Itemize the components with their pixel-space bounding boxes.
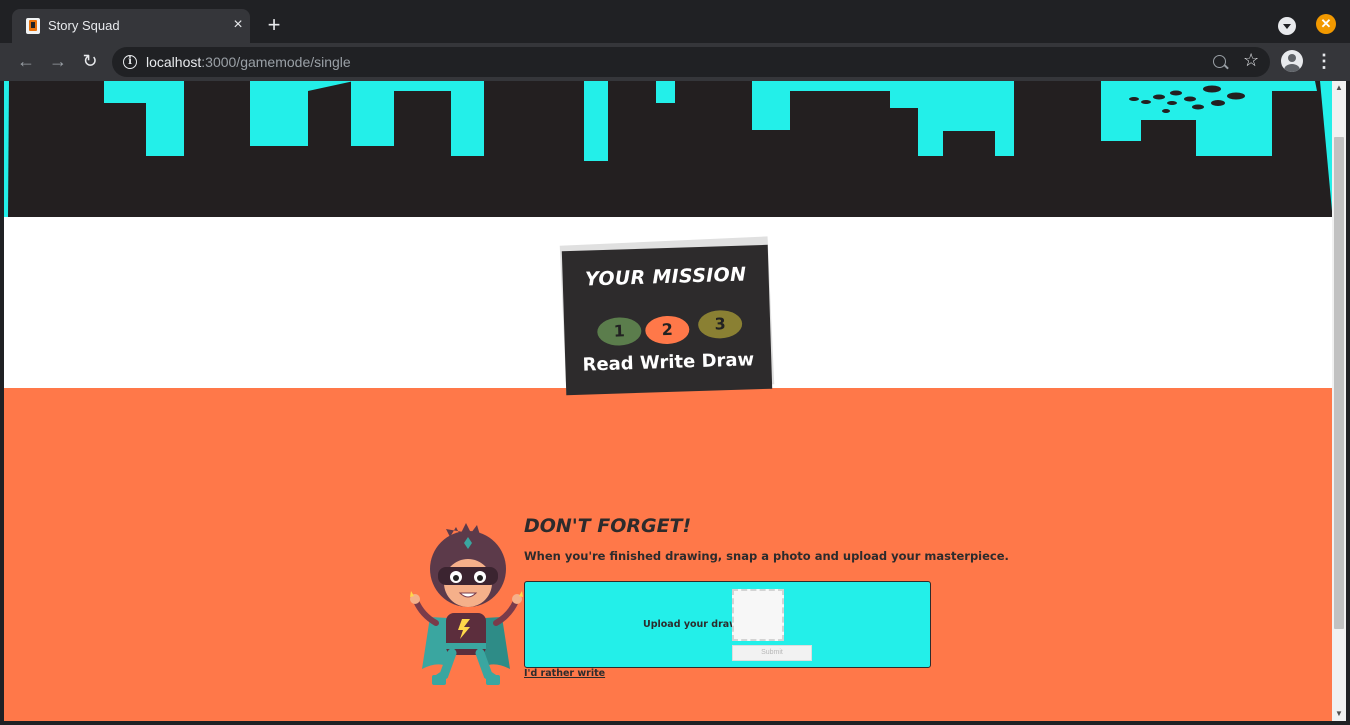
rather-write-link[interactable]: I'd rather write: [524, 668, 605, 679]
mission-steps-labels: Read Write Draw: [582, 349, 755, 376]
forward-button[interactable]: →: [46, 49, 70, 73]
image-dropzone[interactable]: [732, 589, 784, 641]
new-tab-button[interactable]: +: [262, 14, 286, 38]
browser-toolbar: ← → ↻ i localhost:3000/gamemode/single ☆…: [0, 43, 1350, 81]
skyline-banner: [4, 81, 1332, 217]
city-skyline-illustration: [4, 81, 1332, 217]
window-close-button[interactable]: ✕: [1316, 14, 1336, 34]
step-2-badge: 2: [644, 315, 690, 345]
page-scrollbar[interactable]: ▲ ▼: [1332, 81, 1346, 721]
back-button[interactable]: ←: [14, 49, 38, 73]
mission-title: YOUR MISSION: [584, 263, 747, 291]
submit-button[interactable]: Submit: [732, 645, 812, 661]
url-text[interactable]: localhost:3000/gamemode/single: [146, 54, 351, 70]
tab-close-icon[interactable]: ×: [229, 16, 247, 34]
bookmark-star-icon[interactable]: ☆: [1243, 50, 1259, 71]
site-info-icon[interactable]: i: [123, 55, 137, 69]
step-3-badge: 3: [697, 309, 743, 340]
scrollbar-thumb[interactable]: [1334, 137, 1344, 629]
tab-title: Story Squad: [48, 18, 120, 33]
scroll-down-arrow-icon[interactable]: ▼: [1332, 707, 1346, 721]
mission-card: YOUR MISSION 1 2 3 Read Write Draw: [561, 244, 773, 396]
reload-button[interactable]: ↻: [78, 49, 102, 73]
superhero-character-illustration: [410, 523, 523, 685]
url-path: :3000/gamemode/single: [201, 54, 351, 70]
step-1-badge: 1: [596, 316, 642, 347]
browser-chrome: Story Squad × + ✕ ← → ↻ i localhost:3000…: [0, 0, 1350, 81]
upload-form: Upload your drawing Submit: [524, 581, 931, 668]
profile-avatar-icon[interactable]: [1281, 50, 1303, 72]
upload-instructions: When you're finished drawing, snap a pho…: [524, 549, 1009, 563]
scroll-up-arrow-icon[interactable]: ▲: [1332, 81, 1346, 95]
address-bar[interactable]: i localhost:3000/gamemode/single ☆: [112, 47, 1270, 77]
dont-forget-heading: DON'T FORGET!: [524, 515, 692, 537]
favicon-icon: [26, 18, 40, 34]
tab-search-icon[interactable]: [1278, 17, 1296, 35]
page-viewport: YOUR MISSION 1 2 3 Read Write Draw DON'T…: [4, 81, 1332, 721]
tab-story-squad[interactable]: Story Squad ×: [12, 9, 250, 43]
url-host: localhost: [146, 54, 202, 70]
zoom-icon[interactable]: [1213, 55, 1226, 68]
browser-menu-icon[interactable]: ⋮: [1314, 49, 1334, 73]
